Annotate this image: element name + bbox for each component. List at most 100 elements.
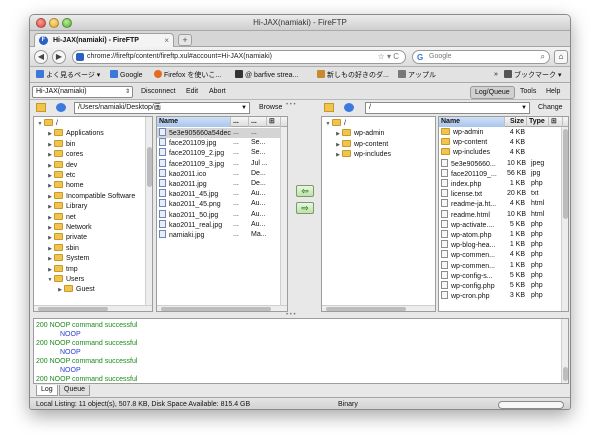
twisty-closed-icon[interactable]: ▶	[46, 233, 54, 243]
tab-queue[interactable]: Queue	[59, 385, 91, 396]
twisty-closed-icon[interactable]: ▶	[46, 213, 54, 223]
tree-item[interactable]: ▶ Network	[34, 223, 92, 233]
tab-log[interactable]: Log	[36, 385, 58, 396]
file-row[interactable]: index.php 1 KB php	[439, 179, 568, 189]
upload-arrow-button[interactable]: ⇨	[296, 202, 314, 214]
url-bar[interactable]: chrome://fireftp/content/fireftp.xul#acc…	[72, 50, 406, 64]
twisty-closed-icon[interactable]: ▶	[56, 285, 64, 295]
col-date[interactable]: ...	[249, 117, 267, 127]
twisty-closed-icon[interactable]: ▶	[46, 140, 54, 150]
twisty-closed-icon[interactable]: ▶	[46, 192, 54, 202]
twisty-closed-icon[interactable]: ▶	[46, 150, 54, 160]
tab-close-icon[interactable]: ×	[164, 34, 169, 47]
twisty-open-icon[interactable]: ▼	[36, 119, 44, 129]
file-row[interactable]: kao2011.jpg... De...	[157, 179, 287, 189]
file-row[interactable]: face201109_... 56 KB jpg	[439, 168, 568, 179]
file-row[interactable]: wp-activate.... 5 KB php	[439, 219, 568, 230]
file-row[interactable]: face201109_3.jpg... Jul ...	[157, 158, 287, 169]
tree-item[interactable]: ▶ net	[34, 212, 76, 223]
disconnect-button[interactable]: Disconnect	[141, 87, 176, 97]
account-select[interactable]: Hi-JAX(namiaki) ⇕	[32, 86, 133, 98]
abort-button[interactable]: Abort	[209, 87, 226, 97]
home-button[interactable]: ⌂	[554, 50, 568, 64]
edit-button[interactable]: Edit	[186, 87, 198, 97]
col-type[interactable]: Type	[527, 117, 549, 127]
col-picker-icon[interactable]: ⊞	[267, 117, 281, 127]
bookmarks-overflow-button[interactable]: »	[494, 70, 498, 80]
file-row[interactable]: face201109_2.jpg... Se...	[157, 148, 287, 158]
google-icon[interactable]: G	[417, 52, 423, 64]
local-files-hscrollbar[interactable]	[157, 305, 287, 311]
local-refresh-icon[interactable]	[56, 103, 66, 112]
twisty-closed-icon[interactable]: ▶	[46, 129, 54, 139]
twisty-closed-icon[interactable]: ▶	[46, 223, 54, 233]
tree-item[interactable]: ▼ /	[322, 119, 346, 129]
tree-item[interactable]: ▶ tmp	[34, 264, 78, 275]
file-row[interactable]: namiaki.jpg... Ma...	[157, 230, 287, 240]
file-row[interactable]: wp-blog-hea... 1 KB php	[439, 240, 568, 250]
bookmarks-menu-button[interactable]: ブックマーク ▾	[504, 70, 561, 80]
browse-button[interactable]: Browse	[259, 102, 282, 114]
tab-fireftp[interactable]: F Hi-JAX(namiaki) - FireFTP ×	[34, 33, 174, 47]
tree-item[interactable]: ▶ private	[34, 233, 87, 243]
remote-path-input[interactable]: / ▼	[365, 102, 530, 114]
bookmark-barfive[interactable]: @ barfive strea...	[235, 70, 298, 80]
local-path-input[interactable]: /Users/namiaki/Desktop/画 ▼	[74, 102, 250, 114]
remote-tree-hscrollbar[interactable]	[322, 305, 435, 311]
col-name[interactable]: Name	[439, 117, 505, 127]
remote-folder-up-icon[interactable]	[324, 103, 334, 112]
download-arrow-button[interactable]: ⇦	[296, 185, 314, 197]
new-tab-button[interactable]: +	[178, 34, 192, 46]
forward-button[interactable]: ▶	[52, 50, 66, 64]
file-row[interactable]: wp-cron.php 3 KB php	[439, 291, 568, 301]
col-name[interactable]: Name	[157, 117, 231, 127]
twisty-closed-icon[interactable]: ▶	[46, 171, 54, 181]
file-row[interactable]: wp-atom.php 1 KB php	[439, 230, 568, 240]
tools-menu[interactable]: Tools	[516, 86, 540, 97]
col-size[interactable]: ...	[231, 117, 249, 127]
local-files-scrollbar[interactable]	[280, 127, 287, 311]
local-file-list[interactable]: Name ... ... ⊞ 5e3e905660a54deca12......…	[156, 116, 288, 312]
file-row[interactable]: kao2011.ico... De...	[157, 168, 287, 179]
log-scrollbar[interactable]	[561, 319, 568, 383]
twisty-closed-icon[interactable]: ▶	[334, 129, 342, 139]
twisty-open-icon[interactable]: ▼	[46, 275, 54, 285]
local-folder-up-icon[interactable]	[36, 103, 46, 112]
bookmark-star-reload-icons[interactable]: ☆ ▾ C	[378, 51, 399, 63]
twisty-open-icon[interactable]: ▼	[324, 119, 332, 129]
local-tree-hscrollbar[interactable]	[34, 305, 152, 311]
col-size[interactable]: Size	[505, 117, 527, 127]
file-row[interactable]: wp-commen... 4 KB php	[439, 250, 568, 260]
tree-item[interactable]: ▼ Users	[34, 275, 84, 285]
remote-folder-tree[interactable]: ▼ / ▶ wp-admin ▶ wp-content ▶ wp-includes	[321, 116, 436, 312]
tree-item[interactable]: ▶ Applications	[34, 129, 104, 139]
twisty-closed-icon[interactable]: ▶	[46, 244, 54, 254]
back-button[interactable]: ◀	[34, 50, 48, 64]
bookmark-google[interactable]: Google	[110, 70, 143, 80]
local-tree-scrollbar[interactable]	[145, 117, 152, 311]
bookmark-most-visited[interactable]: よく見るページ ▾	[36, 70, 100, 80]
file-row[interactable]: readme.html 10 KB html	[439, 209, 568, 220]
file-row[interactable]: kao2011_real.jpg... Au...	[157, 219, 287, 230]
change-button[interactable]: Change	[538, 102, 563, 114]
file-row[interactable]: kao2011_50.jpg... Au...	[157, 209, 287, 220]
file-row[interactable]: wp-content 4 KB	[439, 138, 568, 148]
file-row[interactable]: 5e3e905660a54deca12.........	[157, 128, 287, 138]
log-queue-button[interactable]: Log/Queue	[470, 86, 515, 99]
file-row[interactable]: 5e3e905660... 10 KB jpeg	[439, 158, 568, 169]
file-row[interactable]: kao2011_45.jpg... Au...	[157, 189, 287, 199]
pane-splitter-handle[interactable]: • • •	[286, 102, 296, 108]
bookmark-firefox[interactable]: Firefox を使いこ...	[154, 70, 221, 80]
search-icon[interactable]: ⌕	[541, 51, 545, 63]
twisty-closed-icon[interactable]: ▶	[46, 202, 54, 212]
tree-item[interactable]: ▶ Guest	[34, 285, 95, 295]
twisty-closed-icon[interactable]: ▶	[46, 254, 54, 264]
tree-item[interactable]: ▼ /	[34, 119, 58, 129]
tree-item[interactable]: ▶ Incompatible Software	[34, 191, 135, 202]
tree-item[interactable]: ▶ wp-admin	[322, 129, 384, 139]
file-row[interactable]: wp-config.php 5 KB php	[439, 281, 568, 291]
twisty-closed-icon[interactable]: ▶	[334, 140, 342, 150]
tree-item[interactable]: ▶ wp-includes	[322, 150, 391, 160]
tree-item[interactable]: ▶ cores	[34, 150, 83, 160]
tree-item[interactable]: ▶ home	[34, 181, 84, 191]
